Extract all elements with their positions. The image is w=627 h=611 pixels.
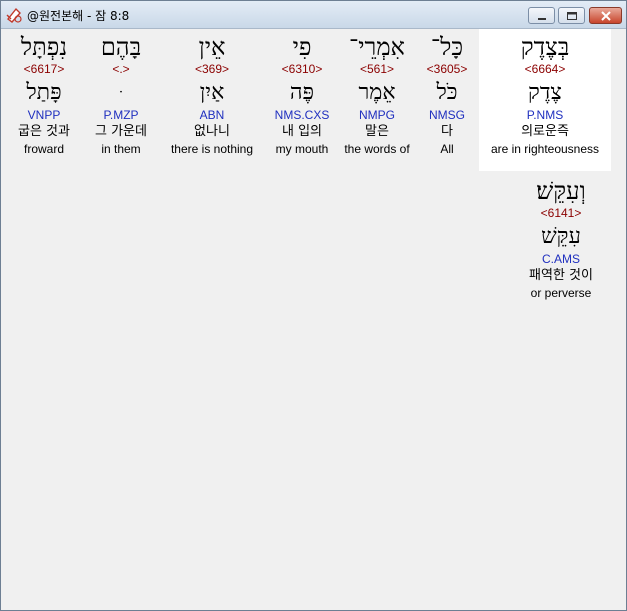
window-title: @원전본해 - 잠 8:8 bbox=[27, 9, 130, 23]
word-block[interactable]: וְעִקֵּשׁ׃ <6141> עִקֵּשׁ C.AMS 패역한 것이 o… bbox=[510, 171, 612, 301]
word-block[interactable]: בָּהֶם <.> ּ P.MZP 그 가운데 in them bbox=[86, 29, 156, 157]
title-bar[interactable]: @원전본해 - 잠 8:8 bbox=[1, 1, 626, 29]
korean-gloss: 굽은 것과 bbox=[18, 124, 70, 139]
korean-gloss: 내 입의 bbox=[281, 124, 322, 139]
morphology-code[interactable]: ABN bbox=[164, 107, 260, 123]
hebrew-word: בְּצֶדֶק bbox=[520, 33, 570, 61]
korean-gloss: 말은 bbox=[365, 124, 389, 139]
strong-number[interactable]: <3605> bbox=[414, 61, 480, 77]
english-gloss: or perverse bbox=[530, 286, 592, 300]
english-gloss: the words of bbox=[344, 142, 410, 156]
minimize-button[interactable] bbox=[528, 7, 555, 24]
morphology-code[interactable]: C.AMS bbox=[510, 251, 612, 267]
hebrew-word: וְעִקֵּשׁ׃ bbox=[536, 177, 586, 205]
app-icon bbox=[5, 6, 23, 24]
lemma-word: עִקֵּשׁ bbox=[541, 224, 581, 249]
morphology-code[interactable]: P.MZP bbox=[86, 107, 156, 123]
word-block[interactable]: פִי <6310> פֶּה NMS.CXS 내 입의 my mouth bbox=[266, 29, 338, 157]
strong-number[interactable]: <369> bbox=[164, 61, 260, 77]
word-block[interactable]: בְּצֶדֶק <6664> צֶדֶק P.NMS 의로운즉 are in … bbox=[479, 29, 611, 171]
hebrew-word: נִפְתָּל bbox=[20, 33, 68, 61]
morphology-code[interactable]: VNPP bbox=[6, 107, 82, 123]
strong-number[interactable]: <6617> bbox=[6, 61, 82, 77]
interlinear-panel: בְּצֶדֶק <6664> צֶדֶק P.NMS 의로운즉 are in … bbox=[2, 29, 626, 609]
word-block[interactable]: נִפְתָּל <6617> פָּתַל VNPP 굽은 것과 frowar… bbox=[6, 29, 82, 157]
morphology-code[interactable]: NMSG bbox=[414, 107, 480, 123]
strong-number[interactable]: <6664> bbox=[479, 61, 611, 77]
morphology-code[interactable]: NMPG bbox=[338, 107, 416, 123]
korean-gloss: 다 bbox=[441, 124, 453, 139]
strong-number[interactable]: <6141> bbox=[510, 205, 612, 221]
morphology-code[interactable]: NMS.CXS bbox=[266, 107, 338, 123]
strong-number[interactable]: <.> bbox=[86, 61, 156, 77]
english-gloss: my mouth bbox=[275, 142, 329, 156]
hebrew-word: כָּל־ bbox=[430, 33, 464, 61]
hebrew-word: בָּהֶם bbox=[100, 33, 142, 61]
english-gloss: froward bbox=[23, 142, 64, 156]
strong-number[interactable]: <561> bbox=[338, 61, 416, 77]
hebrew-word: פִי bbox=[292, 33, 312, 61]
word-block[interactable]: אִמְרֵי־ <561> אֵמֶר NMPG 말은 the words o… bbox=[338, 29, 416, 157]
lemma-word: אֵמֶר bbox=[358, 80, 396, 105]
lemma-word: פֶּה bbox=[289, 80, 315, 105]
english-gloss: in them bbox=[101, 142, 141, 156]
maximize-button[interactable] bbox=[558, 7, 585, 24]
korean-gloss: 패역한 것이 bbox=[529, 268, 593, 283]
lemma-word: ּ bbox=[86, 79, 156, 107]
korean-gloss: 없나니 bbox=[194, 124, 230, 139]
lemma-word: פָּתַל bbox=[26, 80, 62, 105]
hebrew-word: אִמְרֵי־ bbox=[349, 33, 405, 61]
lemma-word: צֶדֶק bbox=[528, 80, 562, 105]
lemma-word: אַיִן bbox=[199, 80, 225, 105]
english-gloss: are in righteousness bbox=[490, 142, 600, 156]
english-gloss: All bbox=[440, 142, 454, 156]
korean-gloss: 그 가운데 bbox=[95, 124, 147, 139]
app-window: @원전본해 - 잠 8:8 בְּצֶדֶק <6664> צֶדֶק P.NM… bbox=[0, 0, 627, 611]
word-block[interactable]: אֵין <369> אַיִן ABN 없나니 there is nothin… bbox=[164, 29, 260, 157]
lemma-word: כֹּל bbox=[436, 80, 458, 105]
morphology-code[interactable]: P.NMS bbox=[479, 107, 611, 123]
hebrew-word: אֵין bbox=[198, 33, 226, 61]
close-button[interactable] bbox=[589, 7, 622, 24]
korean-gloss: 의로운즉 bbox=[521, 124, 569, 139]
word-block[interactable]: כָּל־ <3605> כֹּל NMSG 다 All bbox=[414, 29, 480, 157]
strong-number[interactable]: <6310> bbox=[266, 61, 338, 77]
english-gloss: there is nothing bbox=[170, 142, 254, 156]
